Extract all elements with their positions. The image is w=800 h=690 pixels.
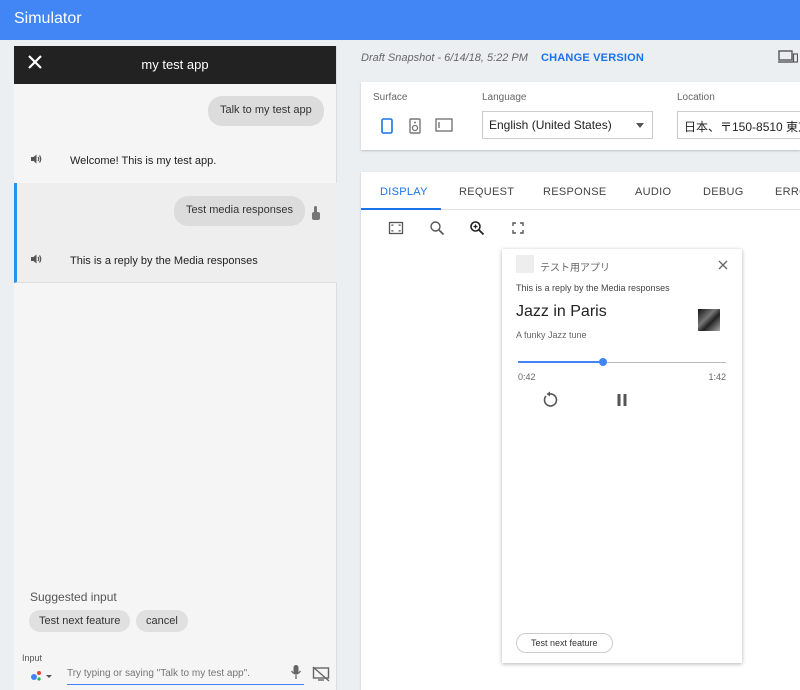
media-title: Jazz in Paris xyxy=(516,303,607,320)
location-field[interactable]: 日本、〒150-8510 東京都渋谷区 xyxy=(677,111,800,139)
language-label: Language xyxy=(482,92,527,103)
devices-icon[interactable] xyxy=(778,50,798,64)
assistant-icon[interactable] xyxy=(30,667,54,683)
change-version-button[interactable]: CHANGE VERSION xyxy=(541,52,644,64)
conversation-panel: my test app Talk to my test app Welcome!… xyxy=(14,46,337,690)
app-bar: Simulator xyxy=(0,0,800,40)
speaker-surface-icon[interactable] xyxy=(409,118,421,134)
replay-icon[interactable] xyxy=(541,391,559,409)
zoom-out-icon[interactable] xyxy=(429,220,445,236)
media-cover-image xyxy=(698,309,720,331)
pause-icon[interactable] xyxy=(615,393,629,407)
app-logo xyxy=(516,255,534,273)
settings-card: Surface Language English (United States)… xyxy=(361,82,800,150)
conversation-title: my test app xyxy=(141,57,209,72)
draft-snapshot-label: Draft Snapshot - 6/14/18, 5:22 PM xyxy=(361,52,528,64)
chip-cancel[interactable]: cancel xyxy=(136,610,188,632)
media-progress-handle[interactable] xyxy=(599,358,608,366)
mic-icon[interactable] xyxy=(290,664,302,680)
user-message[interactable]: Test media responses xyxy=(174,196,305,226)
bot-message: This is a reply by the Media responses xyxy=(70,255,258,267)
location-label: Location xyxy=(677,92,715,103)
fullscreen-icon[interactable] xyxy=(510,220,526,236)
tab-request[interactable]: REQUEST xyxy=(459,186,514,198)
display-off-icon[interactable] xyxy=(312,666,330,682)
surface-label: Surface xyxy=(373,92,408,103)
touch-icon xyxy=(312,206,320,220)
language-value: English (United States) xyxy=(489,118,612,132)
input-label: Input xyxy=(22,653,43,663)
language-select[interactable]: English (United States) xyxy=(482,111,653,139)
tab-debug[interactable]: DEBUG xyxy=(703,186,744,198)
active-tab-indicator xyxy=(361,208,441,210)
phone-surface-icon[interactable] xyxy=(381,118,393,134)
tab-response[interactable]: RESPONSE xyxy=(543,186,607,198)
bot-message: Welcome! This is my test app. xyxy=(70,155,217,167)
time-total: 1:42 xyxy=(708,372,726,382)
caret-down-icon xyxy=(636,123,644,128)
location-value: 日本、〒150-8510 東京都渋谷区 xyxy=(684,120,800,134)
speaker-icon[interactable] xyxy=(30,253,42,265)
conversation-header: my test app xyxy=(14,46,336,84)
media-progress-fill xyxy=(518,361,604,363)
tab-bar: DISPLAY REQUEST RESPONSE AUDIO DEBUG ERR… xyxy=(361,172,800,210)
media-subtitle: A funky Jazz tune xyxy=(516,330,587,340)
device-reply-text: This is a reply by the Media responses xyxy=(516,283,670,293)
zoom-in-icon[interactable] xyxy=(469,220,485,236)
tab-errors[interactable]: ERRORS xyxy=(775,186,800,198)
output-card: DISPLAY REQUEST RESPONSE AUDIO DEBUG ERR… xyxy=(361,172,800,690)
speaker-icon[interactable] xyxy=(30,153,42,165)
device-chip-test-next-feature[interactable]: Test next feature xyxy=(516,633,613,653)
close-icon[interactable] xyxy=(718,260,728,270)
query-input[interactable] xyxy=(67,663,304,685)
fit-screen-icon[interactable] xyxy=(388,220,404,236)
user-message[interactable]: Talk to my test app xyxy=(208,96,324,126)
app-title: Simulator xyxy=(14,10,82,27)
suggested-input-title: Suggested input xyxy=(30,590,117,604)
tab-audio[interactable]: AUDIO xyxy=(635,186,671,198)
chip-test-next-feature[interactable]: Test next feature xyxy=(29,610,131,632)
tab-display[interactable]: DISPLAY xyxy=(380,186,428,198)
device-display: テスト用アプリ This is a reply by the Media res… xyxy=(502,249,742,663)
device-app-name: テスト用アプリ xyxy=(540,263,610,274)
time-elapsed: 0:42 xyxy=(518,372,536,382)
display-surface-icon[interactable] xyxy=(435,118,453,132)
